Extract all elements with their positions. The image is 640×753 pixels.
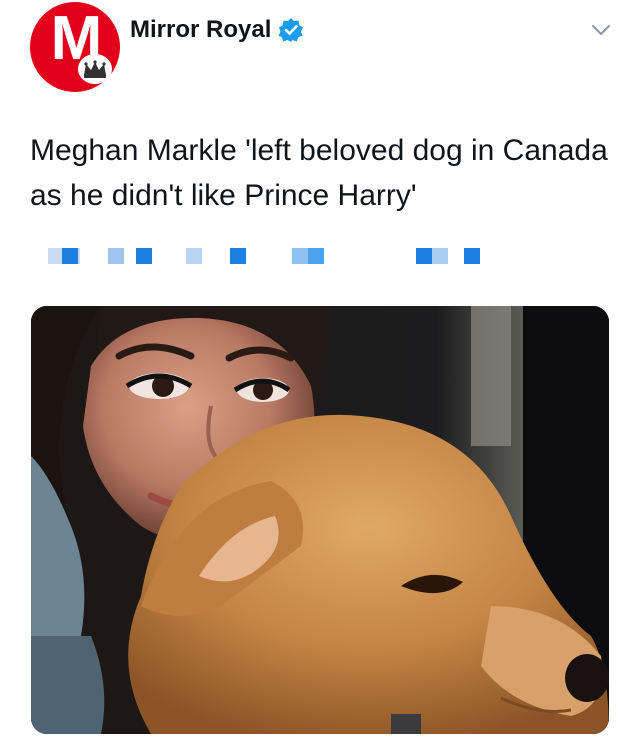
- blurred-link-text[interactable]: [48, 248, 488, 266]
- blur-block: [230, 248, 246, 264]
- crown-icon: [78, 54, 112, 84]
- blur-block: [136, 248, 152, 264]
- blur-block: [308, 248, 324, 264]
- blur-block: [62, 248, 78, 264]
- tweet-card[interactable]: M Mirror Royal Meghan Markle 'left belov…: [0, 0, 640, 753]
- verified-badge-icon: [278, 17, 304, 43]
- account-header[interactable]: Mirror Royal: [130, 16, 304, 44]
- blur-block: [416, 248, 432, 264]
- blur-block: [464, 248, 480, 264]
- tweet-photo[interactable]: [31, 306, 609, 734]
- blur-block: [186, 248, 202, 264]
- blur-block: [108, 248, 124, 264]
- account-name[interactable]: Mirror Royal: [130, 16, 271, 44]
- avatar[interactable]: M: [30, 2, 120, 92]
- chevron-down-icon[interactable]: [590, 22, 612, 38]
- tweet-text: Meghan Markle 'left beloved dog in Canad…: [30, 134, 608, 212]
